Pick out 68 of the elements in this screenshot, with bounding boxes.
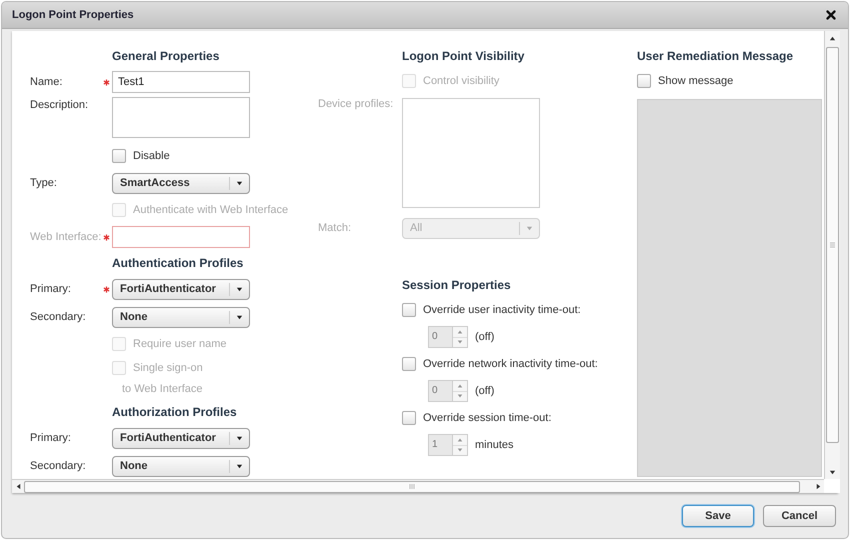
up-arrow-icon bbox=[457, 436, 463, 443]
field-label: Secondary: bbox=[30, 460, 87, 472]
checkbox-label: Disable bbox=[133, 150, 170, 162]
horizontal-scrollbar[interactable] bbox=[12, 479, 824, 493]
down-arrow-icon bbox=[457, 339, 463, 346]
field-label: Primary: bbox=[30, 283, 72, 295]
checkbox[interactable] bbox=[402, 411, 416, 425]
field-label: Type: bbox=[30, 177, 58, 189]
checkbox[interactable] bbox=[112, 149, 126, 163]
checkbox-label: Require user name bbox=[133, 338, 227, 350]
caret-icon bbox=[236, 462, 243, 470]
caret-icon bbox=[236, 434, 243, 442]
up-arrow-icon bbox=[829, 34, 836, 42]
dropdown[interactable]: None bbox=[112, 456, 250, 476]
section-heading: Authentication Profiles bbox=[112, 256, 244, 270]
checkbox-label: Single sign-on bbox=[133, 362, 203, 374]
section-heading: Authorization Profiles bbox=[112, 404, 238, 418]
caret-icon bbox=[236, 180, 243, 186]
unit-label: minutes bbox=[475, 439, 514, 451]
checkbox-label: Show message bbox=[658, 75, 734, 87]
right-arrow-icon bbox=[814, 483, 822, 490]
checkbox-label: Authenticate with Web Interface bbox=[133, 204, 288, 216]
field-label: Name: bbox=[30, 76, 64, 88]
section-heading: Session Properties bbox=[402, 278, 512, 292]
dropdown[interactable]: None bbox=[112, 306, 250, 328]
checkbox-label: to Web Interface bbox=[121, 383, 204, 395]
window-title: Logon Point Properties bbox=[12, 9, 134, 21]
checkbox[interactable] bbox=[402, 357, 416, 371]
section-heading: Logon Point Visibility bbox=[402, 48, 526, 62]
checkbox[interactable] bbox=[402, 303, 416, 317]
grip-icon bbox=[409, 484, 415, 489]
section-heading: General Properties bbox=[112, 48, 220, 62]
text-area[interactable] bbox=[112, 97, 250, 138]
down-arrow-icon bbox=[457, 393, 463, 400]
dialog-button[interactable]: Save bbox=[682, 504, 754, 526]
scrollbar-corner bbox=[824, 479, 840, 493]
field-label: Primary: bbox=[30, 432, 72, 444]
down-arrow-icon bbox=[457, 447, 463, 454]
unit-label: (off) bbox=[475, 385, 494, 397]
down-arrow-icon bbox=[829, 468, 836, 476]
dialog-button[interactable]: Cancel bbox=[763, 504, 836, 526]
checkbox-label: Override session time-out: bbox=[423, 412, 552, 424]
caret-icon bbox=[236, 286, 243, 292]
grip-icon bbox=[830, 242, 835, 248]
field-label: Web Interface: bbox=[30, 230, 100, 242]
text-field[interactable]: Test1 bbox=[112, 70, 250, 92]
field-label: Match: bbox=[318, 222, 352, 234]
vertical-scrollbar[interactable] bbox=[824, 31, 840, 479]
caret-icon bbox=[236, 314, 243, 320]
dropdown[interactable]: SmartAccess bbox=[112, 172, 250, 194]
dropdown[interactable]: FortiAuthenticator bbox=[112, 428, 250, 448]
up-arrow-icon bbox=[457, 328, 463, 335]
checkbox-label: Control visibility bbox=[423, 75, 500, 87]
caret-icon bbox=[526, 224, 533, 232]
dropdown[interactable]: FortiAuthenticator bbox=[112, 278, 250, 300]
left-arrow-icon bbox=[14, 483, 22, 490]
checkbox[interactable] bbox=[637, 74, 651, 88]
up-arrow-icon bbox=[457, 382, 463, 389]
field-label: Device profiles: bbox=[318, 98, 390, 110]
section-heading: User Remediation Message bbox=[637, 48, 794, 62]
field-label: Secondary: bbox=[30, 311, 87, 323]
close-icon[interactable] bbox=[824, 8, 838, 22]
scrollbar-thumb[interactable] bbox=[826, 47, 839, 443]
unit-label: (off) bbox=[475, 331, 494, 343]
scrollbar-thumb[interactable] bbox=[24, 480, 800, 492]
checkbox-label: Override user inactivity time-out: bbox=[423, 304, 581, 316]
field-label: Description: bbox=[30, 99, 90, 111]
checkbox-label: Override network inactivity time-out: bbox=[423, 358, 598, 370]
